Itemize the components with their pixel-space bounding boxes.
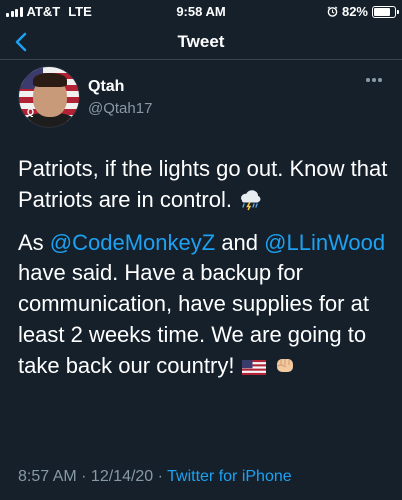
tweet-text: Patriots, if the lights go out. Know tha… xyxy=(18,154,392,382)
tweet-source-link[interactable]: Twitter for iPhone xyxy=(167,468,292,485)
meta-separator: · xyxy=(153,468,168,485)
author-display-name[interactable]: Qtah xyxy=(88,78,124,96)
storm-cloud-emoji xyxy=(241,190,261,211)
status-bar: AT&T LTE 9:58 AM 82% xyxy=(0,0,402,22)
tweet-prefix: As xyxy=(18,229,50,255)
meta-separator: · xyxy=(76,468,91,485)
tweet-paragraph-2: As @CodeMonkeyZ and @LLinWood have said.… xyxy=(18,228,392,382)
tweet-author: Q Qtah @Qtah17 xyxy=(18,66,388,130)
tweet-time: 8:57 AM xyxy=(18,468,77,485)
tweet-paragraph-1: Patriots, if the lights go out. Know tha… xyxy=(18,154,392,216)
nav-bar: Tweet xyxy=(0,22,402,60)
author-handle[interactable]: @Qtah17 xyxy=(88,100,152,117)
battery-percent: 82% xyxy=(341,4,368,19)
tweet-body-rest: have said. Have a backup for communicati… xyxy=(18,260,369,378)
avatar-mark: Q xyxy=(27,107,35,117)
tweet-line-1: Patriots, if the lights go out. Know tha… xyxy=(18,156,388,212)
mention-llinwood[interactable]: @LLinWood xyxy=(264,230,385,255)
us-flag-emoji xyxy=(241,359,266,375)
avatar[interactable]: Q xyxy=(18,66,80,128)
more-icon[interactable] xyxy=(364,76,384,84)
fist-emoji xyxy=(276,358,293,372)
tweet-date: 12/14/20 xyxy=(90,468,154,485)
status-right: 82% xyxy=(327,4,399,19)
battery-icon xyxy=(372,5,399,18)
mention-codemonkeyz[interactable]: @CodeMonkeyZ xyxy=(50,230,215,255)
battery-fill xyxy=(374,7,391,16)
tweet-meta: 8:57 AM · 12/14/20 · Twitter for iPhone xyxy=(18,468,292,486)
alarm-icon xyxy=(327,6,338,17)
tweet-and: and xyxy=(215,229,265,255)
page-title: Tweet xyxy=(177,32,225,51)
